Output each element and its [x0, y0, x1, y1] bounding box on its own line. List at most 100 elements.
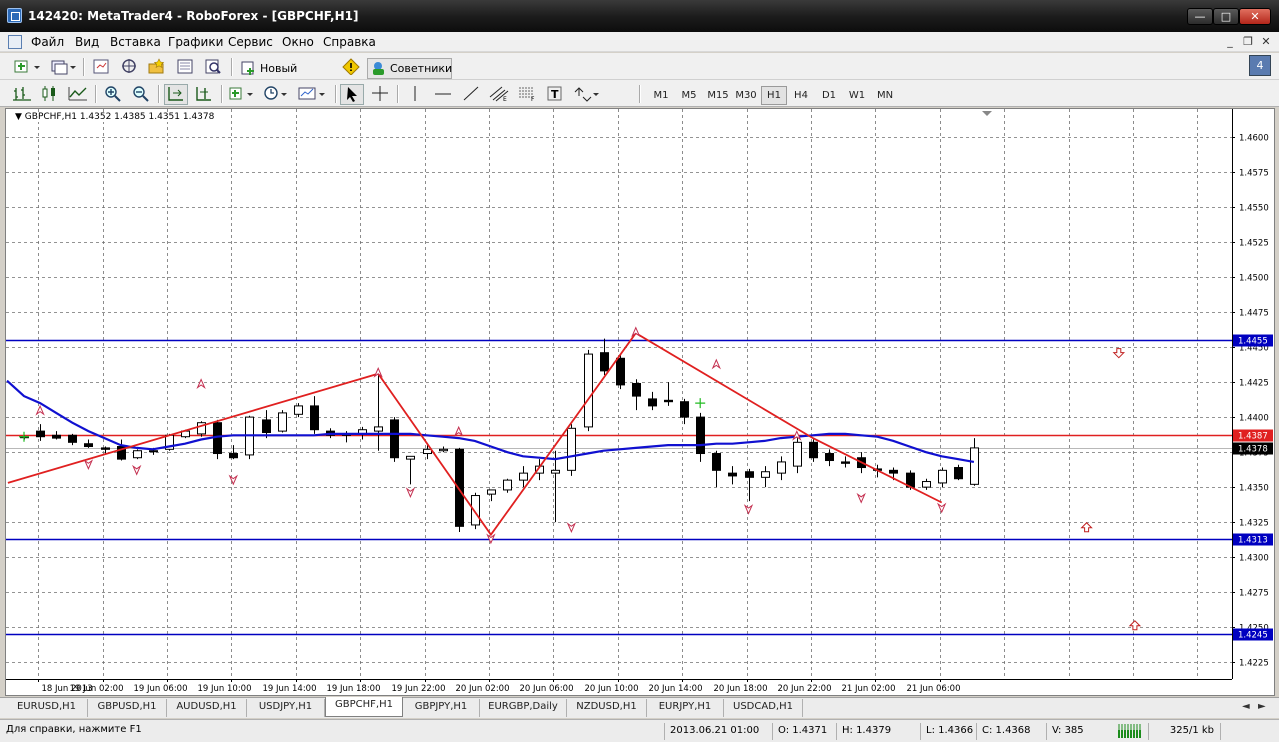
mdi-close-button[interactable]: ✕: [1258, 35, 1274, 49]
candle-bull: [294, 405, 303, 415]
crosshair-button[interactable]: [368, 84, 392, 105]
tab-eurusd[interactable]: EURUSD,H1: [6, 699, 88, 717]
experts-button[interactable]: Советники: [367, 58, 452, 79]
navigator-button[interactable]: [118, 57, 140, 78]
menu-help[interactable]: Справка: [323, 35, 376, 49]
favorites-button[interactable]: [146, 57, 168, 78]
chart-menu-triangle-icon[interactable]: ▼: [15, 112, 22, 122]
price-chart[interactable]: 1.4600 1.4575 1.4550 1.4525 1.4500 1.4475 1.44…: [6, 109, 1274, 695]
candle-bull: [922, 481, 931, 488]
candle-bear: [696, 416, 705, 455]
text-icon: T: [547, 86, 562, 101]
menu-view[interactable]: Вид: [75, 35, 99, 49]
market-watch-button[interactable]: [90, 57, 112, 78]
candle-bear: [680, 401, 689, 418]
horizontal-line-button[interactable]: [431, 84, 455, 105]
candle-bear: [229, 453, 238, 459]
maximize-button[interactable]: □: [1213, 8, 1239, 25]
equidistant-channel-button[interactable]: E: [487, 84, 511, 105]
minimize-button[interactable]: —: [1187, 8, 1213, 25]
level-price-label: 1.4313: [1238, 536, 1268, 546]
tab-audusd[interactable]: AUDUSD,H1: [167, 699, 247, 717]
level-price-label: 1.4387: [1238, 432, 1268, 442]
tab-usdcad[interactable]: USDCAD,H1: [724, 699, 803, 717]
indicators-button[interactable]: [227, 84, 259, 105]
tab-eurjpy[interactable]: EURJPY,H1: [647, 699, 724, 717]
new-chart-button[interactable]: [10, 57, 44, 78]
timeframe-m1[interactable]: M1: [648, 86, 674, 105]
candle-bull: [761, 471, 770, 478]
templates-button[interactable]: [296, 84, 330, 105]
candlestick-chart-button[interactable]: [38, 84, 62, 105]
chart-window[interactable]: 1.4600 1.4575 1.4550 1.4525 1.4500 1.4475 1.44…: [5, 108, 1275, 696]
status-close: C: 1.4368: [976, 723, 1046, 740]
time-tick-label: 20 Jun 10:00: [585, 684, 639, 694]
line-chart-button[interactable]: [66, 84, 90, 105]
alert-button[interactable]: [340, 57, 362, 78]
timeframe-w1[interactable]: W1: [844, 86, 870, 105]
status-low: L: 1.4366: [920, 723, 976, 740]
cursor-button[interactable]: [340, 84, 364, 105]
candle-bear: [664, 399, 673, 403]
tab-gbpusd[interactable]: GBPUSD,H1: [88, 699, 167, 717]
fibonacci-button[interactable]: F: [515, 84, 539, 105]
tab-scroll-right-icon[interactable]: ►: [1258, 701, 1266, 712]
candle-bear: [262, 419, 271, 434]
status-high: H: 1.4379: [836, 723, 920, 740]
timeframe-d1[interactable]: D1: [816, 86, 842, 105]
menu-file[interactable]: Файл: [31, 35, 64, 49]
chart-shift-icon: [196, 87, 211, 101]
candle-bear: [825, 453, 834, 462]
notifications-badge[interactable]: 4: [1249, 55, 1271, 76]
vertical-line-button[interactable]: [403, 84, 427, 105]
horizontal-line-icon: [435, 93, 451, 95]
menu-insert[interactable]: Вставка: [110, 35, 161, 49]
time-tick-label: 20 Jun 22:00: [778, 684, 832, 694]
profiles-button[interactable]: [48, 57, 78, 78]
timeframe-m30[interactable]: M30: [732, 86, 760, 105]
status-volume: V: 385: [1046, 723, 1110, 740]
tab-eurgbp[interactable]: EURGBP,Daily: [480, 699, 567, 717]
tab-scroll-left-icon[interactable]: ◄: [1242, 701, 1250, 712]
timeframe-m5[interactable]: M5: [676, 86, 702, 105]
timeframe-h1[interactable]: H1: [761, 86, 787, 105]
timeframe-m15[interactable]: M15: [704, 86, 732, 105]
strategy-tester-button[interactable]: [202, 57, 224, 78]
close-button[interactable]: ✕: [1239, 8, 1271, 25]
new-order-button[interactable]: Новый Ордер: [237, 58, 336, 94]
mdi-restore-button[interactable]: ❐: [1240, 35, 1256, 49]
text-button[interactable]: T: [543, 84, 567, 105]
menu-charts[interactable]: Графики: [168, 35, 223, 49]
auto-scroll-button[interactable]: [164, 84, 188, 105]
zoom-out-button[interactable]: [129, 84, 153, 105]
chart-shift-button[interactable]: [192, 84, 216, 105]
experts-icon: [373, 62, 384, 75]
candle-bear: [101, 447, 110, 450]
price-tick-label: 1.4475: [1239, 309, 1269, 319]
cursor-arrow-icon: [347, 87, 357, 102]
price-tick-label: 1.4550: [1239, 204, 1269, 214]
candle-bull: [777, 461, 786, 474]
mdi-minimize-button[interactable]: _: [1222, 35, 1238, 49]
menu-window[interactable]: Окно: [282, 35, 314, 49]
tab-nzdusd[interactable]: NZDUSD,H1: [567, 699, 647, 717]
tab-gbpjpy[interactable]: GBPJPY,H1: [403, 699, 480, 717]
tab-gbpchf[interactable]: GBPCHF,H1: [325, 697, 403, 717]
menu-tools[interactable]: Сервис: [228, 35, 273, 49]
terminal-button[interactable]: [174, 57, 196, 78]
channel-icon: E: [489, 86, 509, 103]
trendline-icon: [463, 86, 479, 101]
candle-bear: [632, 382, 641, 397]
terminal-icon: [177, 59, 193, 74]
arrows-button[interactable]: [571, 84, 601, 105]
bar-chart-button[interactable]: [10, 84, 34, 105]
periods-button[interactable]: [262, 84, 292, 105]
candle-bull: [503, 479, 512, 491]
standard-toolbar: Новый Ордер Советники 4: [0, 53, 1279, 94]
time-tick-label: 19 Jun 18:00: [327, 684, 381, 694]
tab-usdjpy[interactable]: USDJPY,H1: [247, 699, 325, 717]
timeframe-mn[interactable]: MN: [872, 86, 898, 105]
trendline-button[interactable]: [459, 84, 483, 105]
zoom-in-button[interactable]: [101, 84, 125, 105]
timeframe-h4[interactable]: H4: [788, 86, 814, 105]
